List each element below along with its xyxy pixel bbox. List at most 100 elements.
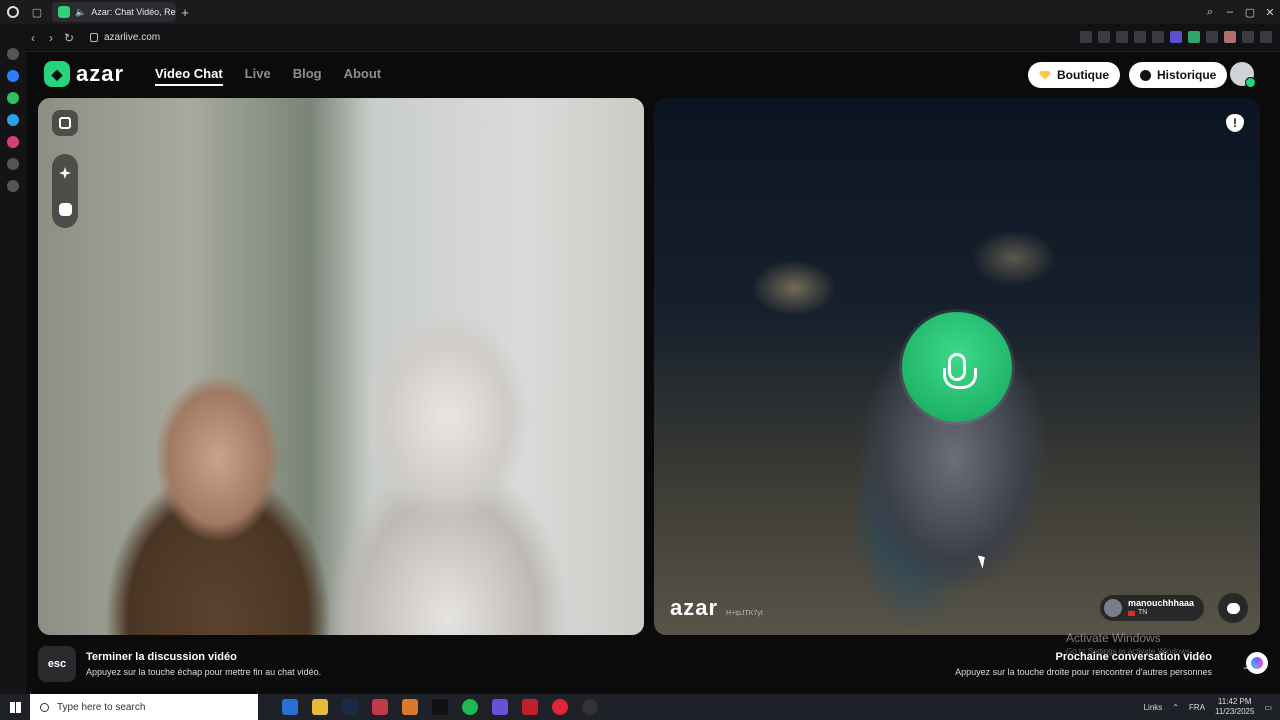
store-icon[interactable] xyxy=(282,699,298,715)
microphone-icon xyxy=(943,353,977,389)
discord-icon[interactable] xyxy=(492,699,508,715)
telegram-icon[interactable] xyxy=(7,114,19,126)
chat-button[interactable] xyxy=(1218,593,1248,623)
clock-date: 11/23/2025 xyxy=(1214,707,1255,716)
watermark-logo: azar xyxy=(670,595,719,620)
puzzle-icon[interactable] xyxy=(1206,31,1218,43)
search-icon xyxy=(40,702,49,712)
microphone-indicator xyxy=(902,312,1012,422)
reload-button[interactable]: ↻ xyxy=(60,31,78,45)
shield-icon[interactable] xyxy=(1116,31,1128,43)
azar-watermark: azar H+tpJTK7yI xyxy=(670,595,763,621)
notification-icon[interactable]: ▭ xyxy=(1264,703,1272,712)
gem-icon xyxy=(1039,70,1051,80)
extension-icon[interactable] xyxy=(1098,31,1110,43)
download-icon[interactable] xyxy=(1242,31,1254,43)
swap-icon xyxy=(59,117,71,129)
activate-windows-title: Activate Windows xyxy=(1066,631,1161,645)
tray-links[interactable]: Links xyxy=(1144,703,1163,712)
app-icon[interactable] xyxy=(522,699,538,715)
app-icon[interactable] xyxy=(432,699,448,715)
partner-profile-chip[interactable]: manouchhhaaa TN xyxy=(1099,595,1204,621)
chevron-up-icon[interactable]: ⌃ xyxy=(1172,703,1179,712)
effects-button[interactable] xyxy=(52,160,78,186)
end-chat-subtitle: Appuyez sur la touche échap pour mettre … xyxy=(86,667,322,677)
sparkle-icon xyxy=(59,167,71,179)
partner-username: manouchhhaaa xyxy=(1127,598,1194,608)
mouse-cursor xyxy=(977,553,989,569)
tab-azar[interactable]: 🔈 Azar: Chat Vidéo, Ren xyxy=(52,2,176,22)
user-avatar[interactable] xyxy=(1230,62,1256,88)
report-button[interactable]: ! xyxy=(1226,114,1244,132)
historique-button[interactable]: Historique xyxy=(1129,62,1228,88)
heart-icon[interactable] xyxy=(1152,31,1164,43)
nav-live[interactable]: Live xyxy=(245,66,271,86)
assistant-icon xyxy=(1251,657,1263,669)
swap-camera-button[interactable] xyxy=(52,110,78,136)
extension-icon[interactable] xyxy=(1188,31,1200,43)
partner-avatar xyxy=(1103,599,1122,617)
extension-icon[interactable] xyxy=(1170,31,1182,43)
messenger-icon[interactable] xyxy=(7,70,19,82)
spotify-icon[interactable] xyxy=(462,699,478,715)
effects-group xyxy=(52,154,78,228)
end-chat-title: Terminer la discussion vidéo xyxy=(86,651,237,663)
taskbar-search[interactable]: Type here to search xyxy=(30,694,258,720)
url-text: azarlive.com xyxy=(104,32,161,43)
opera-menu-button[interactable] xyxy=(0,0,26,24)
workspaces-icon[interactable]: ▢ xyxy=(26,0,48,24)
main-nav: Video Chat Live Blog About xyxy=(155,66,381,86)
mask-button[interactable] xyxy=(52,196,78,222)
nav-about[interactable]: About xyxy=(344,66,382,86)
aria-icon[interactable] xyxy=(7,48,19,60)
history-icon[interactable] xyxy=(7,158,19,170)
remote-video: ! azar H+tpJTK7yI manouchhhaaa TN xyxy=(654,98,1260,635)
start-button[interactable] xyxy=(0,694,30,720)
windows-taskbar: Type here to search Links ⌃ FRA 11:42 PM… xyxy=(0,694,1280,720)
close-window-button[interactable]: ✕ xyxy=(1260,6,1280,19)
maximize-button[interactable]: ▢ xyxy=(1240,6,1260,19)
nav-video-chat[interactable]: Video Chat xyxy=(155,66,223,86)
app-icon[interactable] xyxy=(402,699,418,715)
address-bar: ‹ › ↻ azarlive.com xyxy=(24,24,1280,52)
forward-button[interactable]: › xyxy=(42,31,60,45)
esc-key-button[interactable]: esc xyxy=(38,646,76,682)
whatsapp-icon[interactable] xyxy=(7,92,19,104)
system-tray: Links ⌃ FRA 11:42 PM 11/23/2025 ▭ xyxy=(1144,694,1272,720)
play-icon[interactable] xyxy=(1134,31,1146,43)
taskbar-clock[interactable]: 11:42 PM 11/23/2025 xyxy=(1215,697,1254,717)
clock-icon xyxy=(1140,69,1151,81)
app-icon[interactable] xyxy=(582,699,598,715)
app-icon[interactable] xyxy=(372,699,388,715)
lock-icon xyxy=(90,33,98,42)
menu-icon[interactable] xyxy=(1260,31,1272,43)
profile-icon[interactable] xyxy=(1224,31,1236,43)
new-tab-button[interactable]: + xyxy=(176,5,194,20)
steam-icon[interactable] xyxy=(342,699,358,715)
minimize-button[interactable]: – xyxy=(1220,6,1240,18)
instagram-icon[interactable] xyxy=(7,136,19,148)
historique-label: Historique xyxy=(1157,68,1217,82)
country-code: TN xyxy=(1137,609,1148,616)
settings-icon[interactable] xyxy=(7,180,19,192)
nav-blog[interactable]: Blog xyxy=(293,66,322,86)
boutique-button[interactable]: Boutique xyxy=(1028,62,1120,88)
folder-icon[interactable] xyxy=(312,699,328,715)
activate-windows-subtitle: Go to Settings to activate Windows. xyxy=(1066,647,1193,656)
taskbar-search-placeholder: Type here to search xyxy=(57,701,146,713)
opera-icon[interactable] xyxy=(552,699,568,715)
assistant-button[interactable] xyxy=(1246,652,1268,674)
azar-logo[interactable]: ◆ azar xyxy=(44,61,124,87)
next-chat-subtitle: Appuyez sur la touche droite pour rencon… xyxy=(955,667,1212,677)
azar-logo-icon: ◆ xyxy=(44,61,70,87)
extension-icon[interactable] xyxy=(1080,31,1092,43)
browser-sidebar xyxy=(0,24,26,694)
url-field[interactable]: azarlive.com xyxy=(90,32,160,43)
taskbar-apps xyxy=(282,699,598,715)
tray-language[interactable]: FRA xyxy=(1189,703,1205,712)
speaker-icon: 🔈 xyxy=(75,6,87,17)
session-id: H+tpJTK7yI xyxy=(726,610,763,617)
search-tabs-icon[interactable]: ⌕ xyxy=(1200,6,1220,19)
back-button[interactable]: ‹ xyxy=(24,31,42,45)
browser-tabbar: ▢ 🔈 Azar: Chat Vidéo, Ren + ⌕ – ▢ ✕ xyxy=(0,0,1280,24)
